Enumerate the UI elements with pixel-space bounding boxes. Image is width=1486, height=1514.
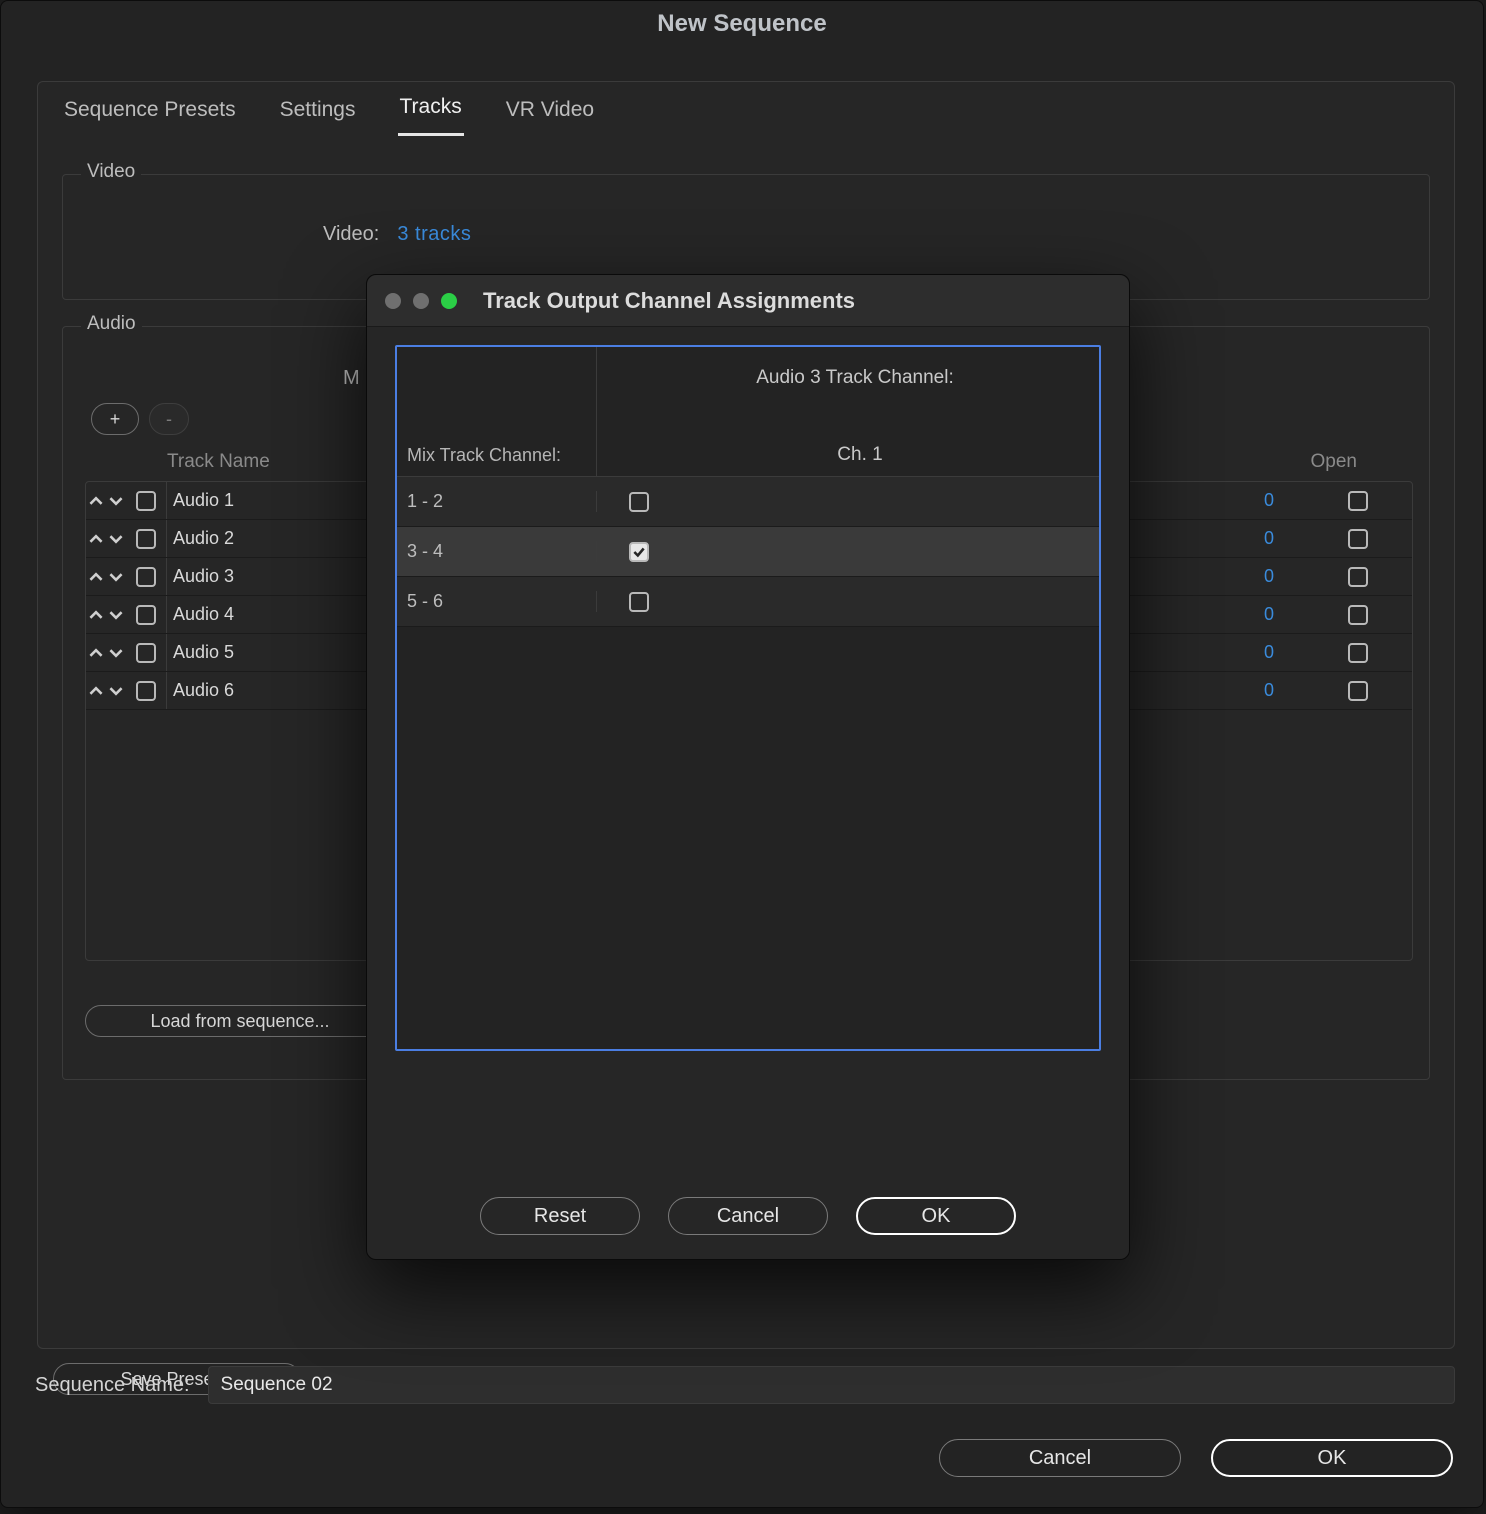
sequence-name-row: Sequence Name: — [35, 1363, 1455, 1407]
track-select-checkbox[interactable] — [136, 529, 156, 549]
track-pan-value[interactable]: 0 — [1264, 490, 1328, 511]
track-open-checkbox[interactable] — [1348, 605, 1368, 625]
chevron-up-icon[interactable] — [86, 608, 106, 622]
chevron-down-icon[interactable] — [106, 494, 126, 508]
add-track-button[interactable]: + — [91, 403, 139, 435]
channel-grid-header: Mix Track Channel: Audio 3 Track Channel… — [397, 347, 1099, 477]
modal-titlebar: Track Output Channel Assignments — [367, 275, 1129, 327]
modal-ok-button[interactable]: OK — [856, 1197, 1016, 1235]
tab-sequence-presets[interactable]: Sequence Presets — [62, 96, 238, 136]
header-track-name: Track Name — [167, 451, 270, 473]
dialog-title: New Sequence — [1, 1, 1483, 47]
modal-reset-button[interactable]: Reset — [480, 1197, 640, 1235]
track-name[interactable]: Audio 5 — [166, 634, 386, 671]
header-open: Open — [1311, 451, 1357, 473]
chevron-down-icon[interactable] — [106, 646, 126, 660]
track-select-checkbox[interactable] — [136, 605, 156, 625]
sequence-name-input[interactable] — [208, 1366, 1455, 1404]
tab-vr-video[interactable]: VR Video — [504, 96, 596, 136]
track-select-checkbox[interactable] — [136, 491, 156, 511]
mix-channel-label: 5 - 6 — [397, 591, 597, 612]
modal-button-row: Reset Cancel OK — [367, 1197, 1129, 1235]
track-pan-value[interactable]: 0 — [1264, 604, 1328, 625]
chevron-up-icon[interactable] — [86, 570, 106, 584]
track-name[interactable]: Audio 6 — [166, 672, 386, 709]
track-open-checkbox[interactable] — [1348, 567, 1368, 587]
tab-bar: Sequence Presets Settings Tracks VR Vide… — [38, 82, 1454, 136]
track-pan-value[interactable]: 0 — [1264, 528, 1328, 549]
mix-channel-label: 1 - 2 — [397, 491, 597, 512]
modal-cancel-button[interactable]: Cancel — [668, 1197, 828, 1235]
track-pan-value[interactable]: 0 — [1264, 566, 1328, 587]
audio-legend: Audio — [81, 313, 142, 335]
channel-grid: Mix Track Channel: Audio 3 Track Channel… — [395, 345, 1101, 1051]
channel-row[interactable]: 3 - 4 — [397, 527, 1099, 577]
track-output-modal: Track Output Channel Assignments Mix Tra… — [366, 274, 1130, 1260]
video-track-count[interactable]: 3 tracks — [397, 223, 471, 246]
channel-label: Ch. 1 — [827, 444, 882, 466]
track-name[interactable]: Audio 3 — [166, 558, 386, 595]
chevron-up-icon[interactable] — [86, 684, 106, 698]
chevron-down-icon[interactable] — [106, 684, 126, 698]
mix-track-channel-header: Mix Track Channel: — [397, 347, 597, 476]
track-open-checkbox[interactable] — [1348, 681, 1368, 701]
dialog-cancel-button[interactable]: Cancel — [939, 1439, 1181, 1477]
channel-row[interactable]: 5 - 6 — [397, 577, 1099, 627]
window-maximize-icon[interactable] — [441, 293, 457, 309]
channel-row[interactable]: 1 - 2 — [397, 477, 1099, 527]
audio-partial-label: M — [343, 367, 360, 390]
track-pan-value[interactable]: 0 — [1264, 642, 1328, 663]
track-name[interactable]: Audio 1 — [166, 482, 386, 519]
track-select-checkbox[interactable] — [136, 567, 156, 587]
audio-track-channel-header: Audio 3 Track Channel: — [756, 367, 954, 389]
tab-settings[interactable]: Settings — [278, 96, 358, 136]
chevron-up-icon[interactable] — [86, 494, 106, 508]
modal-title: Track Output Channel Assignments — [483, 288, 855, 314]
track-open-checkbox[interactable] — [1348, 643, 1368, 663]
window-close-icon[interactable] — [385, 293, 401, 309]
window-minimize-icon[interactable] — [413, 293, 429, 309]
chevron-up-icon[interactable] — [86, 646, 106, 660]
track-pan-value[interactable]: 0 — [1264, 680, 1328, 701]
chevron-down-icon[interactable] — [106, 532, 126, 546]
dialog-button-row: Cancel OK — [939, 1439, 1453, 1477]
chevron-up-icon[interactable] — [86, 532, 106, 546]
channel-checkbox[interactable] — [629, 592, 649, 612]
track-name[interactable]: Audio 4 — [166, 596, 386, 633]
track-select-checkbox[interactable] — [136, 681, 156, 701]
mix-channel-label: 3 - 4 — [397, 541, 597, 562]
video-legend: Video — [81, 161, 141, 183]
sequence-name-label: Sequence Name: — [35, 1374, 190, 1397]
track-select-checkbox[interactable] — [136, 643, 156, 663]
load-from-sequence-button[interactable]: Load from sequence... — [85, 1005, 395, 1037]
remove-track-button[interactable]: - — [149, 403, 189, 435]
video-label: Video: — [323, 223, 379, 246]
track-open-checkbox[interactable] — [1348, 491, 1368, 511]
chevron-down-icon[interactable] — [106, 608, 126, 622]
channel-checkbox[interactable] — [629, 542, 649, 562]
track-open-checkbox[interactable] — [1348, 529, 1368, 549]
tab-tracks[interactable]: Tracks — [398, 93, 464, 136]
chevron-down-icon[interactable] — [106, 570, 126, 584]
track-name[interactable]: Audio 2 — [166, 520, 386, 557]
channel-checkbox[interactable] — [629, 492, 649, 512]
dialog-ok-button[interactable]: OK — [1211, 1439, 1453, 1477]
